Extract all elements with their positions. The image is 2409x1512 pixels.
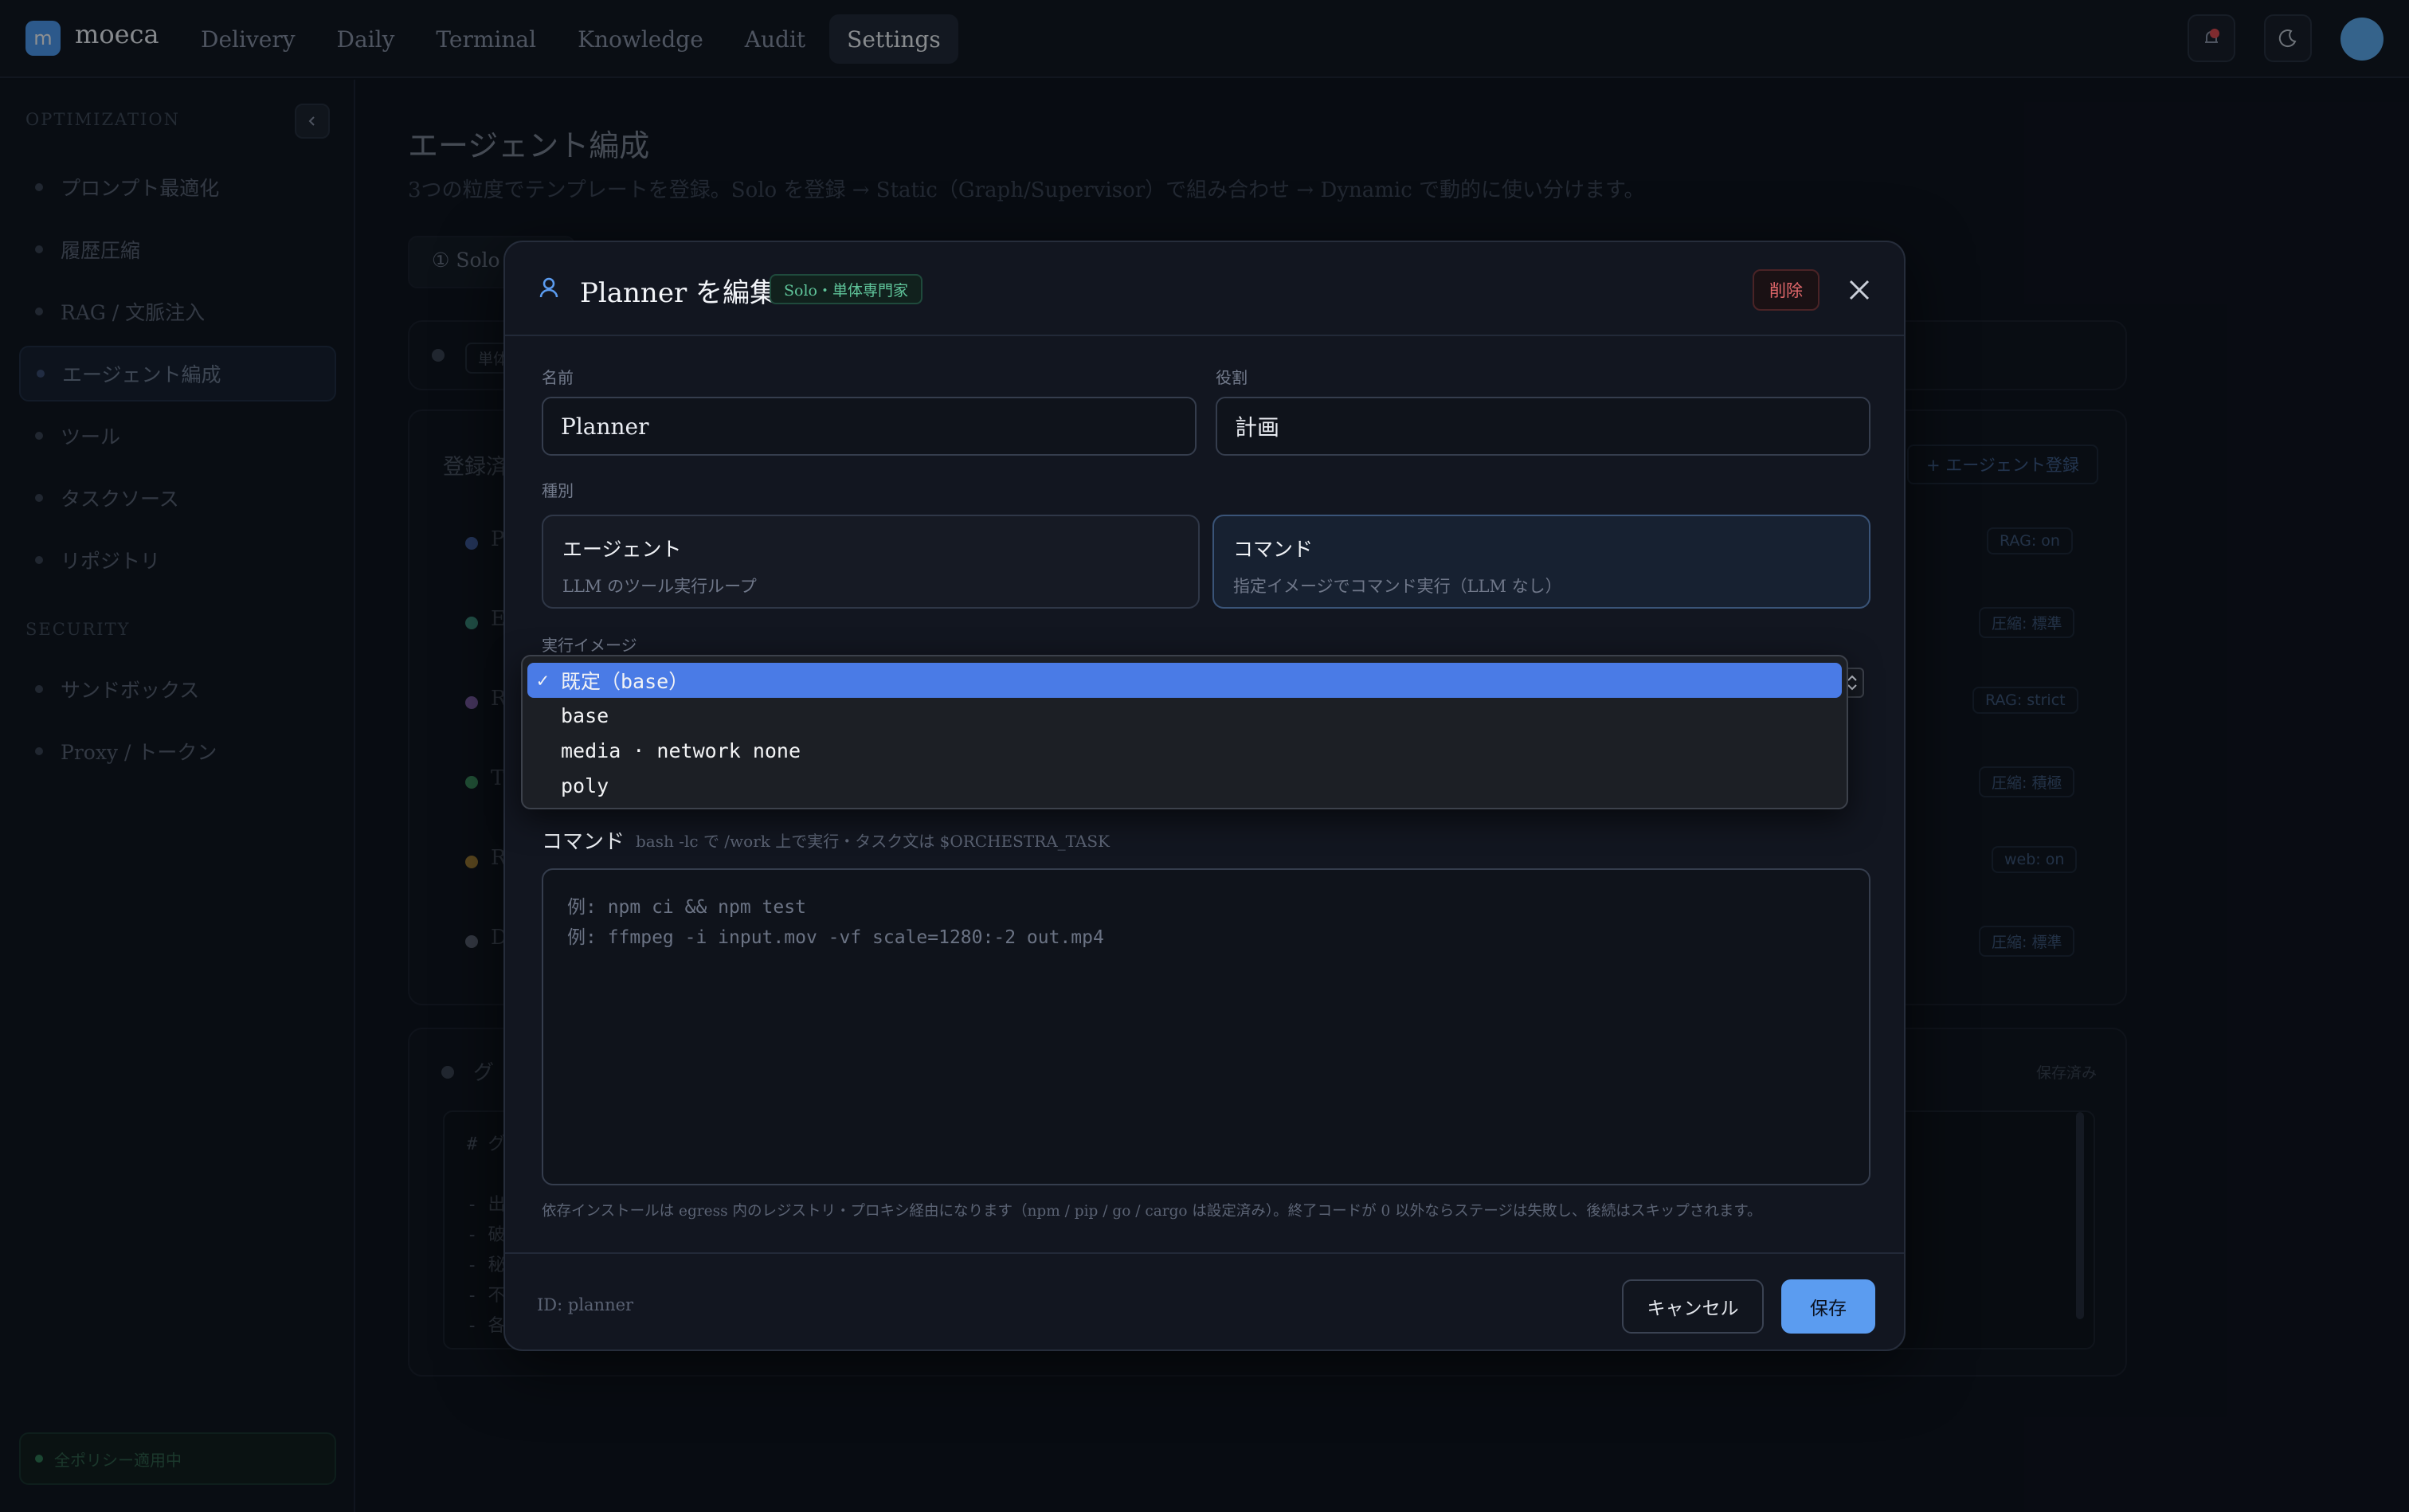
install-footnote: 依存インストールは egress 内のレジストリ・プロキシ経由になります（npm… xyxy=(542,1203,1762,1220)
modal-title: Planner を編集 xyxy=(580,277,777,309)
modal-footer: ID: planner キャンセル 保存 xyxy=(505,1252,1904,1351)
name-label: 名前 xyxy=(542,368,574,387)
command-hint: bash -lc で /work 上で実行・タスク文は $ORCHESTRA_T… xyxy=(636,832,1110,851)
close-button[interactable] xyxy=(1843,274,1875,306)
cancel-button[interactable]: キャンセル xyxy=(1622,1279,1764,1334)
image-label: 実行イメージ xyxy=(542,636,637,655)
save-button[interactable]: 保存 xyxy=(1781,1279,1875,1334)
agent-id: ID: planner xyxy=(537,1295,634,1314)
name-field[interactable]: Planner xyxy=(542,397,1197,456)
solo-badge: Solo・単体専門家 xyxy=(770,274,922,304)
image-option-poly[interactable]: poly xyxy=(527,768,1842,803)
kind-command-option[interactable]: コマンド 指定イメージでコマンド実行（LLM なし） xyxy=(1212,515,1870,609)
role-label: 役割 xyxy=(1216,368,1248,387)
command-textarea[interactable]: 例: npm ci && npm test 例: ffmpeg -i input… xyxy=(542,868,1870,1185)
image-option-base[interactable]: base xyxy=(527,698,1842,733)
kind-label: 種別 xyxy=(542,481,574,500)
close-icon xyxy=(1849,280,1870,300)
kind-command-description: 指定イメージでコマンド実行（LLM なし） xyxy=(1233,577,1562,596)
role-field[interactable]: 計画 xyxy=(1216,397,1870,456)
image-select-dropdown: ✓ 既定（base） base media · network none pol… xyxy=(521,655,1848,809)
command-label: コマンド xyxy=(542,830,625,854)
image-option-media[interactable]: media · network none xyxy=(527,733,1842,768)
person-icon xyxy=(539,276,559,303)
check-icon: ✓ xyxy=(537,669,549,691)
kind-agent-description: LLM のツール実行ループ xyxy=(562,577,757,596)
kind-agent-title: エージェント xyxy=(562,538,682,561)
modal-header: Planner を編集 Solo・単体専門家 削除 xyxy=(505,242,1904,336)
kind-command-title: コマンド xyxy=(1233,538,1314,561)
image-option-default[interactable]: ✓ 既定（base） xyxy=(527,663,1842,698)
kind-agent-option[interactable]: エージェント LLM のツール実行ループ xyxy=(542,515,1200,609)
command-placeholder: 例: npm ci && npm test 例: ffmpeg -i input… xyxy=(567,897,1104,948)
delete-button[interactable]: 削除 xyxy=(1753,269,1819,311)
